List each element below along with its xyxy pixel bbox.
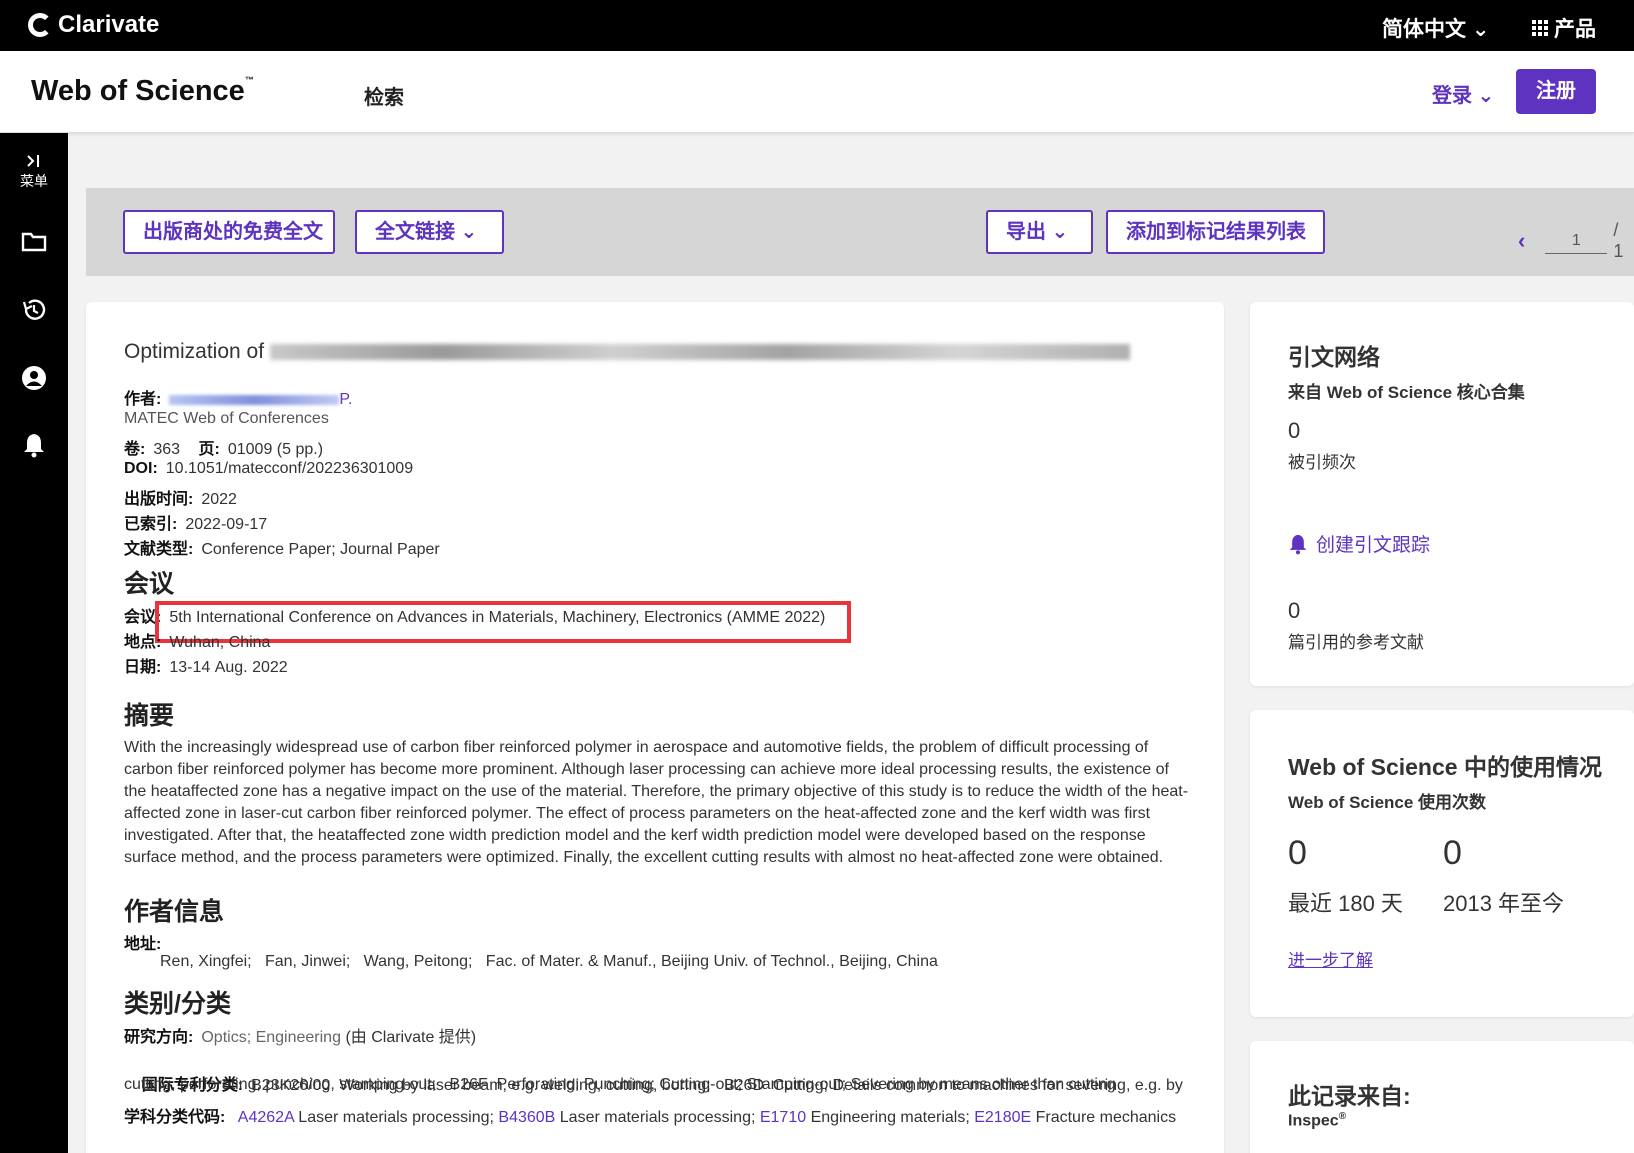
usage-2013-label: 2013 年至今: [1443, 891, 1565, 916]
source-title: MATEC Web of Conferences: [124, 410, 329, 427]
usage-180-count: 0: [1288, 834, 1307, 872]
pager: ‹ / 1 ›: [1518, 220, 1634, 262]
bell-icon: [24, 434, 44, 458]
usage-subtitle: Web of Science 使用次数: [1288, 793, 1487, 812]
authors-field: 作者: P.: [124, 391, 353, 408]
page-number-input[interactable]: [1545, 228, 1608, 254]
create-citation-alert-link[interactable]: 创建引文跟踪: [1288, 530, 1430, 557]
doi-field: DOI: 10.1051/matecconf/202236301009: [124, 460, 414, 477]
prev-page-icon[interactable]: ‹: [1518, 228, 1525, 254]
add-to-marked-list-button[interactable]: 添加到标记结果列表: [1106, 210, 1325, 254]
products-menu[interactable]: 产品: [1532, 13, 1596, 43]
folder-button[interactable]: [0, 230, 68, 252]
doctype-field: 文献类型: Conference Paper; Journal Paper: [124, 541, 440, 558]
history-button[interactable]: [0, 297, 68, 323]
address-label: 地址:: [124, 936, 162, 953]
apps-grid-icon: [1532, 20, 1548, 36]
menu-label: 菜单: [20, 173, 48, 189]
record-card: Optimization of 作者: P. MATEC Web of Confe…: [86, 302, 1224, 1153]
record-from-title: 此记录来自:: [1288, 1083, 1411, 1109]
usage-180-label: 最近 180 天: [1288, 891, 1403, 916]
class-code-link[interactable]: B4360B: [498, 1109, 555, 1126]
nav-search-link[interactable]: 检索: [364, 81, 404, 110]
free-full-text-button[interactable]: 出版商处的免费全文: [123, 210, 335, 254]
class-code-link[interactable]: A4262A: [238, 1109, 294, 1126]
address-text: Ren, Xingfei; Fan, Jinwei; Wang, Peitong…: [160, 953, 938, 970]
class-code-link[interactable]: E2180E: [974, 1109, 1031, 1126]
class-code-link[interactable]: E1710: [760, 1109, 806, 1126]
full-text-links-button[interactable]: 全文链接 ⌄: [355, 210, 504, 254]
redacted-title-text: [269, 344, 1130, 361]
profile-button[interactable]: [0, 365, 68, 391]
location-field: 地点: Wuhan, China: [124, 634, 271, 651]
history-icon: [22, 299, 46, 320]
citation-network-title: 引文网络: [1288, 344, 1380, 370]
published-field: 出版时间: 2022: [124, 491, 237, 508]
ipc-field-line2: cutting, perforating, punching, stamping…: [124, 1076, 1116, 1093]
clarivate-topbar: Clarivate 简体中文 ⌄ 产品: [0, 0, 1634, 51]
left-sidebar: 菜单: [0, 133, 68, 1153]
citation-network-subtitle: 来自 Web of Science 核心合集: [1288, 383, 1525, 402]
record-title: Optimization of: [124, 340, 1130, 364]
times-cited-count[interactable]: 0: [1288, 418, 1300, 444]
indexed-field: 已索引: 2022-09-17: [124, 516, 268, 533]
citation-network-card: 引文网络 来自 Web of Science 核心合集 0 被引频次 创建引文跟…: [1250, 302, 1634, 686]
usage-title: Web of Science 中的使用情况: [1288, 754, 1602, 780]
conference-heading: 会议: [124, 570, 175, 598]
references-count[interactable]: 0: [1288, 598, 1300, 624]
learn-more-link[interactable]: 进一步了解: [1288, 946, 1373, 971]
usage-2013-count: 0: [1443, 834, 1462, 872]
volume-pages-field: 卷: 363 页: 01009 (5 pp.): [124, 441, 324, 458]
expand-menu-icon: [27, 155, 39, 167]
wos-logo[interactable]: Web of Science™: [31, 75, 254, 108]
record-toolbar: 出版商处的免费全文 全文链接 ⌄ 导出 ⌄ 添加到标记结果列表 ‹ / 1 ›: [86, 188, 1634, 276]
clarivate-logo-icon: [28, 13, 52, 37]
abstract-heading: 摘要: [124, 702, 175, 730]
references-label: 篇引用的参考文献: [1288, 633, 1424, 652]
redacted-authors[interactable]: [169, 394, 340, 405]
date-field: 日期: 13-14 Aug. 2022: [124, 659, 288, 676]
language-selector[interactable]: 简体中文 ⌄: [1382, 13, 1489, 43]
usage-card: Web of Science 中的使用情况 Web of Science 使用次…: [1250, 710, 1634, 1017]
menu-toggle-button[interactable]: 菜单: [0, 153, 68, 191]
alerts-button[interactable]: [0, 432, 68, 458]
abstract-text: With the increasingly widespread use of …: [124, 739, 1189, 866]
record-from-source: Inspec®: [1288, 1111, 1347, 1130]
clarivate-logo[interactable]: Clarivate: [28, 11, 159, 39]
bell-icon: [1289, 534, 1307, 554]
classification-codes-field: 学科分类代码: A4262A Laser materials processin…: [124, 1109, 1177, 1126]
user-icon: [22, 366, 46, 390]
record-source-card: 此记录来自: Inspec®: [1250, 1041, 1634, 1153]
register-button[interactable]: 注册: [1516, 69, 1596, 114]
wos-header: Web of Science™ 检索 登录 ⌄ 注册: [0, 51, 1634, 133]
login-button[interactable]: 登录 ⌄: [1432, 79, 1494, 108]
research-area-field: 研究方向: Optics; Engineering (由 Clarivate 提供…: [124, 1029, 477, 1046]
times-cited-label: 被引频次: [1288, 453, 1356, 472]
page-total: / 1: [1613, 220, 1624, 261]
export-button[interactable]: 导出 ⌄: [986, 210, 1093, 254]
folder-icon: [21, 232, 47, 252]
author-info-heading: 作者信息: [124, 898, 225, 926]
categories-heading: 类别/分类: [124, 990, 231, 1018]
